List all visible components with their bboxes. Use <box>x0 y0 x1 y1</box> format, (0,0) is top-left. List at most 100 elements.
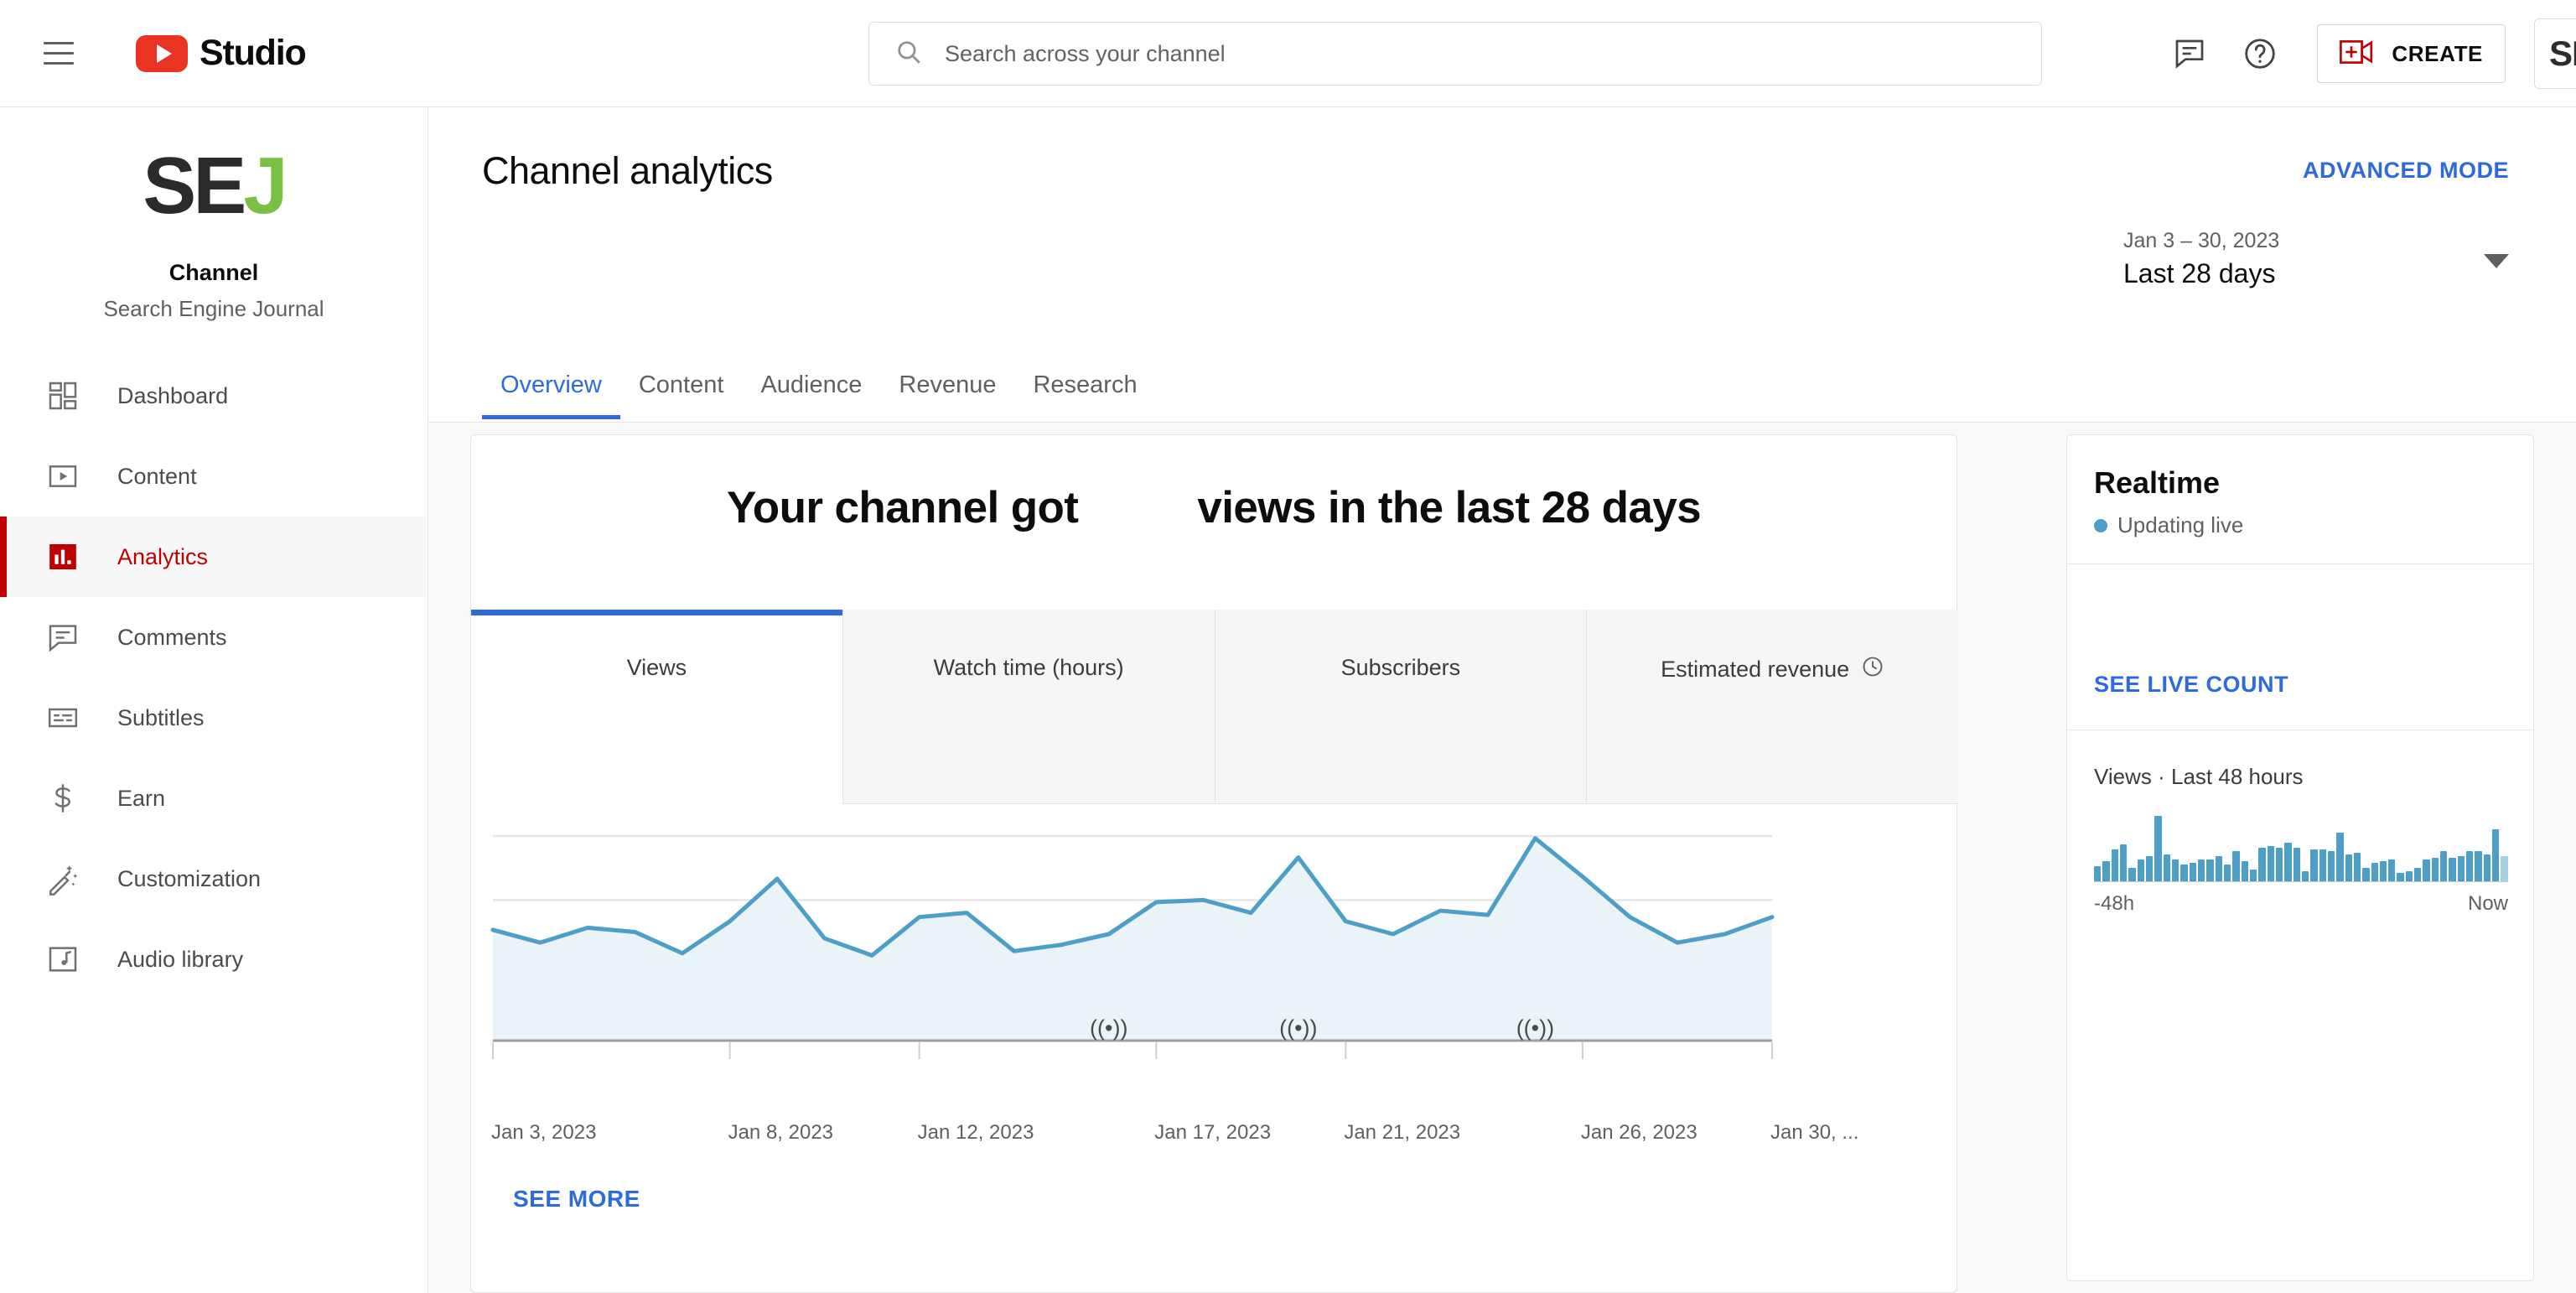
tab-content[interactable]: Content <box>620 351 743 419</box>
help-icon[interactable] <box>2225 18 2295 89</box>
chart-x-label: Jan 30, ... <box>1770 1121 1859 1144</box>
channel-logo-sej[interactable]: SE J <box>122 136 306 236</box>
feedback-icon[interactable] <box>2154 18 2225 89</box>
realtime-status: Updating live <box>2094 512 2506 538</box>
logo-text-se: SE <box>143 141 246 231</box>
chart-x-label: Jan 3, 2023 <box>491 1121 597 1144</box>
realtime-bar <box>2293 848 2300 881</box>
clock-icon <box>1861 655 1884 684</box>
realtime-bar <box>2362 868 2370 881</box>
realtime-bar <box>2501 856 2508 881</box>
realtime-bar <box>2094 866 2102 881</box>
avatar[interactable]: SE <box>2534 18 2576 89</box>
realtime-bar <box>2241 861 2248 881</box>
sidebar-item-label: Dashboard <box>117 382 229 408</box>
realtime-bar <box>2180 865 2188 881</box>
date-range-label: Last 28 days <box>2123 258 2276 288</box>
realtime-card: Realtime Updating live SEE LIVE COUNT Vi… <box>2066 434 2534 1281</box>
metric-tab-label: Subscribers <box>1340 655 1461 680</box>
top-bar-actions: CREATE SE <box>2154 0 2576 107</box>
main-content: Channel analytics ADVANCED MODE Jan 3 – … <box>428 107 2576 1293</box>
realtime-bar <box>2371 863 2378 881</box>
search-icon <box>894 38 923 70</box>
realtime-bar <box>2475 851 2482 881</box>
realtime-bar <box>2379 861 2387 881</box>
sidebar-item-comments[interactable]: Comments <box>0 597 428 678</box>
see-live-count-link[interactable]: SEE LIVE COUNT <box>2094 672 2506 698</box>
realtime-status-label: Updating live <box>2117 512 2244 537</box>
create-video-icon <box>2340 39 2375 70</box>
sidebar-item-label: Audio library <box>117 946 244 972</box>
realtime-bar <box>2232 851 2240 881</box>
create-button[interactable]: CREATE <box>2317 24 2506 83</box>
channel-name: Search Engine Journal <box>103 296 324 321</box>
realtime-title: Realtime <box>2094 465 2221 500</box>
hamburger-line <box>44 62 74 65</box>
divider <box>2067 563 2533 564</box>
chart-x-label: Jan 17, 2023 <box>1154 1121 1272 1144</box>
logo-text-j: J <box>243 141 288 231</box>
tab-revenue[interactable]: Revenue <box>880 351 1014 419</box>
tab-audience[interactable]: Audience <box>742 351 880 419</box>
realtime-bar <box>2189 863 2196 881</box>
live-stream-marker[interactable]: ((•)) <box>1279 1015 1317 1041</box>
chart-x-label: Jan 21, 2023 <box>1344 1121 1461 1144</box>
live-status-dot <box>2094 518 2107 532</box>
metric-tab-subscribers[interactable]: Subscribers <box>1214 610 1587 804</box>
avatar-text: SE <box>2548 34 2576 73</box>
date-range-dates: Jan 3 – 30, 2023 <box>2123 229 2280 252</box>
realtime-bar <box>2431 858 2439 881</box>
earn-icon <box>44 779 82 818</box>
views-line-chart-svg: ((•)) ((•)) ((•)) <box>490 834 1775 1059</box>
realtime-bar <box>2466 851 2474 881</box>
metric-tab-views[interactable]: Views <box>471 610 842 804</box>
metric-tab-estimated-revenue[interactable]: Estimated revenue <box>1586 610 1958 804</box>
content-icon <box>44 457 82 496</box>
top-bar: Studio Search across your channel CREATE… <box>0 0 2576 107</box>
hamburger-line <box>44 42 74 44</box>
advanced-mode-link[interactable]: ADVANCED MODE <box>2303 158 2509 184</box>
realtime-bar <box>2388 859 2396 881</box>
chart-area-fill <box>493 838 1772 1041</box>
tab-research[interactable]: Research <box>1014 351 1155 419</box>
sidebar-item-audio-library[interactable]: Audio library <box>0 919 428 1000</box>
live-stream-marker[interactable]: ((•)) <box>1090 1015 1127 1041</box>
realtime-bar <box>2249 870 2257 881</box>
sidebar-item-label: Analytics <box>117 543 209 569</box>
sidebar-item-subtitles[interactable]: Subtitles <box>0 678 428 758</box>
realtime-bar <box>2345 854 2352 881</box>
live-stream-marker[interactable]: ((•)) <box>1516 1015 1554 1041</box>
realtime-axis-end: Now <box>2467 892 2508 915</box>
realtime-bar <box>2267 846 2274 881</box>
search-input[interactable] <box>945 40 1977 67</box>
dashboard-icon <box>44 376 82 415</box>
realtime-bar <box>2215 856 2222 881</box>
realtime-bar <box>2492 829 2500 881</box>
search-container <box>868 22 2042 86</box>
analytics-tabs: Overview Content Audience Revenue Resear… <box>482 351 2460 426</box>
chevron-down-icon[interactable] <box>2484 254 2509 268</box>
realtime-bar <box>2197 859 2205 881</box>
metric-tab-watch-time[interactable]: Watch time (hours) <box>842 610 1215 804</box>
sidebar-item-analytics[interactable]: Analytics <box>0 517 428 597</box>
realtime-bar <box>2423 859 2430 881</box>
realtime-bar <box>2258 848 2266 881</box>
play-triangle <box>156 44 172 63</box>
views-line-chart[interactable]: ((•)) ((•)) ((•)) <box>471 813 1958 1114</box>
sidebar-item-earn[interactable]: Earn <box>0 758 428 839</box>
sidebar-item-content[interactable]: Content <box>0 436 428 517</box>
realtime-bar-chart[interactable] <box>2094 805 2508 882</box>
see-more-link[interactable]: SEE MORE <box>513 1186 640 1213</box>
date-range-selector[interactable]: Jan 3 – 30, 2023 Last 28 days <box>2123 229 2509 289</box>
search-box[interactable] <box>868 22 2042 86</box>
content-area: Your channel got views in the last 28 day… <box>428 423 2576 1293</box>
metric-tab-label: Watch time (hours) <box>933 655 1124 680</box>
overview-headline: Your channel got views in the last 28 day… <box>471 482 1957 533</box>
hamburger-menu-icon[interactable] <box>39 34 79 74</box>
tab-overview[interactable]: Overview <box>482 351 620 419</box>
sidebar-item-customization[interactable]: Customization <box>0 839 428 919</box>
sidebar-item-dashboard[interactable]: Dashboard <box>0 356 428 436</box>
realtime-bar <box>2163 854 2170 881</box>
audio-library-icon <box>44 940 82 979</box>
studio-brand-logo[interactable]: Studio <box>136 33 307 74</box>
